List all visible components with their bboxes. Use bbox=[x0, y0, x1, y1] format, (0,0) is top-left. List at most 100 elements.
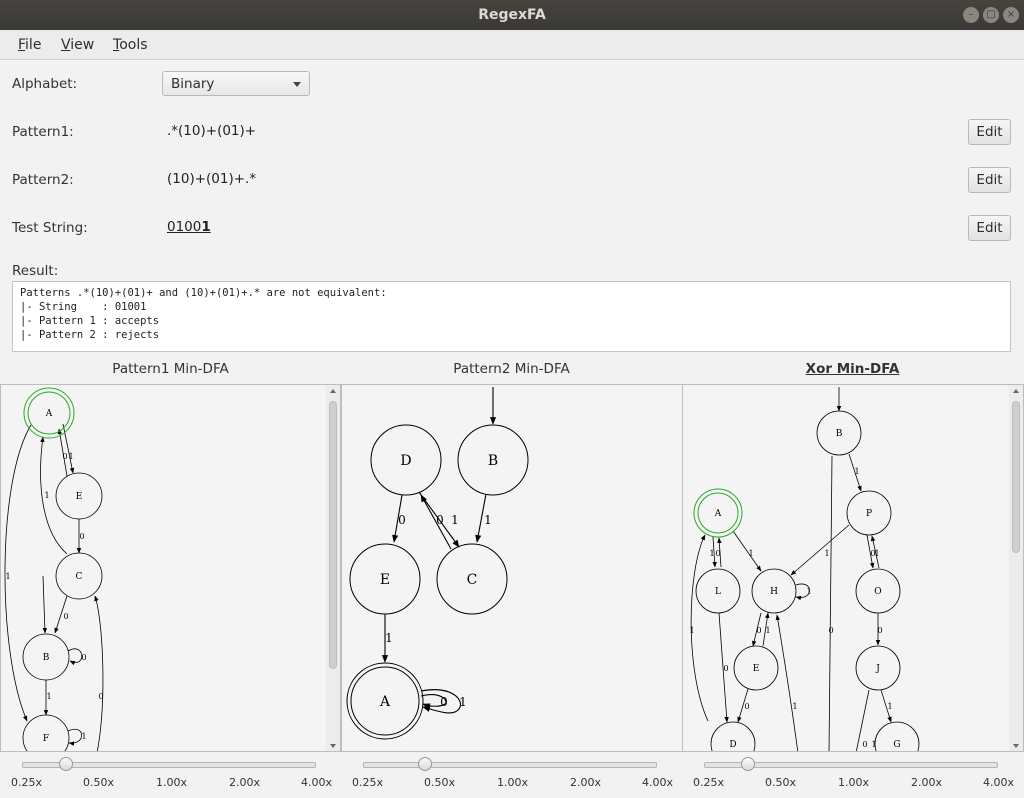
slider-knob[interactable] bbox=[59, 757, 73, 771]
zoom-tick: 0.25x bbox=[352, 776, 384, 789]
pattern2-label: Pattern2: bbox=[12, 172, 74, 188]
chevron-down-icon bbox=[293, 82, 301, 87]
edge-label: 0 bbox=[436, 513, 444, 527]
edge-label: 0 bbox=[756, 626, 761, 635]
result-label: Result: bbox=[12, 263, 59, 279]
pattern2-value: (10)+(01)+.* bbox=[167, 171, 257, 187]
result-line: Patterns .*(10)+(01)+ and (10)+(01)+.* a… bbox=[20, 287, 387, 299]
scroll-down-icon[interactable] bbox=[330, 744, 336, 748]
pattern2-zoom-slider[interactable] bbox=[363, 757, 657, 771]
edit-test-string-button[interactable]: Edit bbox=[968, 215, 1011, 241]
state-label: L bbox=[715, 587, 721, 597]
zoom-tick: 0.50x bbox=[424, 776, 456, 789]
zoom-tick: 2.00x bbox=[229, 776, 261, 789]
close-icon[interactable]: × bbox=[1003, 7, 1019, 23]
zoom-tick: 4.00x bbox=[301, 776, 333, 789]
result-line: |- String : 01001 bbox=[20, 301, 147, 313]
state-label: F bbox=[43, 734, 49, 744]
zoom-tick: 4.00x bbox=[983, 776, 1015, 789]
menu-view[interactable]: View bbox=[61, 30, 94, 60]
slider-track bbox=[363, 762, 657, 768]
edge-label: 1 bbox=[68, 452, 73, 461]
edge-label: 1 bbox=[5, 572, 10, 581]
slider-knob[interactable] bbox=[741, 757, 755, 771]
edge-label: 1 bbox=[459, 695, 467, 709]
edge-label: 1 bbox=[689, 626, 694, 635]
state-label: D bbox=[400, 453, 411, 469]
state-label: A bbox=[379, 694, 391, 710]
tab-pattern1-min-dfa[interactable]: Pattern1 Min-DFA bbox=[0, 361, 341, 377]
title-bar: RegexFA – □ × bbox=[0, 0, 1024, 30]
pattern1-scrollbar[interactable] bbox=[326, 385, 340, 751]
state-label: C bbox=[76, 572, 83, 582]
zoom-tick: 1.00x bbox=[156, 776, 188, 789]
zoom-tick: 0.50x bbox=[83, 776, 115, 789]
scroll-up-icon[interactable] bbox=[1013, 389, 1019, 393]
window-title: RegexFA bbox=[478, 7, 546, 23]
edge-label: 0 bbox=[877, 626, 882, 635]
zoom-tick: 1.00x bbox=[497, 776, 529, 789]
edge-label: 0 bbox=[440, 695, 448, 709]
edge-label: 1 bbox=[792, 702, 797, 711]
edge-label: 1 bbox=[806, 587, 811, 596]
alphabet-select[interactable]: Binary bbox=[162, 71, 310, 96]
pattern2-dfa-panel: D B E C A 0 0 1 1 1 0 1 bbox=[341, 384, 683, 752]
pattern1-dfa-graph[interactable]: A E C B F 0 1 0 1 0 0 1 1 1 0 bbox=[1, 385, 327, 751]
menu-bar: File View Tools bbox=[0, 30, 1024, 60]
edge-label: 1 bbox=[81, 732, 86, 741]
edge-label: 1 bbox=[748, 549, 753, 558]
zoom-tick: 1.00x bbox=[838, 776, 870, 789]
edge-label: 1 bbox=[451, 513, 459, 527]
edit-pattern2-button[interactable]: Edit bbox=[968, 167, 1011, 193]
edge-label: 1 bbox=[484, 513, 492, 527]
pattern1-dfa-panel: A E C B F 0 1 0 1 0 0 1 1 1 0 bbox=[0, 384, 341, 752]
xor-zoom-slider[interactable] bbox=[704, 757, 998, 771]
xor-dfa-graph[interactable]: B A P L H O E J D G 1 1 0 1 1 0 1 0 1 0 … bbox=[683, 385, 1009, 751]
xor-scrollbar[interactable] bbox=[1009, 385, 1023, 751]
xor-dfa-panel: B A P L H O E J D G 1 1 0 1 1 0 1 0 1 0 … bbox=[682, 384, 1024, 752]
edge-label: 1 bbox=[44, 491, 49, 500]
zoom-tick: 2.00x bbox=[570, 776, 602, 789]
test-string-highlight: 1 bbox=[201, 219, 211, 235]
pattern2-dfa-graph[interactable]: D B E C A 0 0 1 1 1 0 1 bbox=[342, 385, 682, 751]
edge-label: 1 bbox=[887, 702, 892, 711]
slider-knob[interactable] bbox=[418, 757, 432, 771]
edge-label: 0 bbox=[81, 653, 86, 662]
edge-label: 1 bbox=[385, 631, 393, 645]
state-label: A bbox=[45, 409, 53, 419]
edge-label: 0 bbox=[79, 532, 84, 541]
scroll-down-icon[interactable] bbox=[1013, 744, 1019, 748]
pattern1-label: Pattern1: bbox=[12, 124, 74, 140]
result-textarea[interactable]: Patterns .*(10)+(01)+ and (10)+(01)+.* a… bbox=[12, 281, 1011, 352]
menu-file[interactable]: File bbox=[18, 30, 41, 60]
state-label: O bbox=[874, 587, 881, 597]
tab-pattern2-min-dfa[interactable]: Pattern2 Min-DFA bbox=[341, 361, 682, 377]
tab-xor-min-dfa[interactable]: Xor Min-DFA bbox=[682, 361, 1023, 377]
edit-pattern1-button[interactable]: Edit bbox=[968, 119, 1011, 145]
state-label: A bbox=[714, 509, 722, 519]
pattern1-zoom-slider[interactable] bbox=[22, 757, 316, 771]
state-label: B bbox=[836, 429, 843, 439]
state-label: D bbox=[729, 740, 736, 750]
edge-label: 0 bbox=[862, 740, 867, 749]
edge-label: 1 bbox=[871, 740, 876, 749]
zoom-tick: 0.25x bbox=[11, 776, 43, 789]
edge-label: 1 bbox=[824, 549, 829, 558]
result-line: |- Pattern 1 : accepts bbox=[20, 315, 160, 327]
edge-label: 1 bbox=[765, 626, 770, 635]
state-label: G bbox=[893, 740, 900, 750]
edge-label: 0 bbox=[398, 513, 406, 527]
state-label: P bbox=[866, 509, 872, 519]
test-string-label: Test String: bbox=[12, 220, 88, 236]
state-label: B bbox=[43, 653, 50, 663]
zoom-tick: 0.25x bbox=[693, 776, 725, 789]
maximize-icon[interactable]: □ bbox=[983, 7, 999, 23]
menu-tools[interactable]: Tools bbox=[113, 30, 148, 60]
state-label: E bbox=[753, 664, 760, 674]
scroll-thumb[interactable] bbox=[329, 401, 337, 669]
state-label: J bbox=[875, 664, 880, 674]
minimize-icon[interactable]: – bbox=[963, 7, 979, 23]
state-label: E bbox=[380, 572, 390, 588]
scroll-thumb[interactable] bbox=[1012, 401, 1020, 553]
scroll-up-icon[interactable] bbox=[330, 389, 336, 393]
